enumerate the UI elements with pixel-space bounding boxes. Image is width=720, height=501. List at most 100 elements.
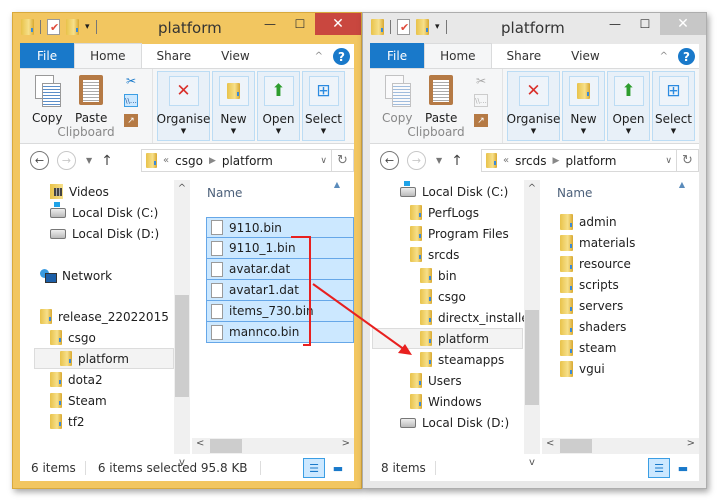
copy-path-icon[interactable]: \\… <box>124 94 138 107</box>
tree-item-steamapps[interactable]: steamapps <box>420 349 504 370</box>
cut-icon[interactable]: ✂ <box>124 74 138 88</box>
tab-file[interactable]: File <box>20 43 75 68</box>
horizontal-scrollbar[interactable]: < > <box>192 438 354 454</box>
scrollbar-thumb[interactable] <box>210 439 242 453</box>
forward-button[interactable]: → <box>57 151 76 170</box>
close-button[interactable]: ✕ <box>315 13 361 35</box>
scroll-left-icon[interactable]: < <box>196 438 204 449</box>
properties-icon[interactable] <box>47 19 60 35</box>
tree-item-windows[interactable]: Windows <box>410 391 482 412</box>
tree-item-local-disk-d[interactable]: Local Disk (D:) <box>50 223 159 244</box>
cut-icon[interactable]: ✂ <box>474 74 488 88</box>
file-row[interactable]: avatar1.dat <box>206 280 354 301</box>
folder-row[interactable]: vgui <box>560 358 605 379</box>
details-view-icon[interactable]: ☰ <box>303 458 325 478</box>
file-row[interactable]: items_730.bin <box>206 301 354 322</box>
tab-file[interactable]: File <box>370 43 425 68</box>
tree-item-local-disk-c[interactable]: Local Disk (C:) <box>400 179 508 202</box>
back-button[interactable]: ← <box>380 151 399 170</box>
large-icons-view-icon[interactable]: ▬ <box>672 458 694 478</box>
breadcrumb-overflow[interactable]: « <box>163 155 169 166</box>
breadcrumb-separator-icon[interactable]: ▶ <box>553 156 560 166</box>
folder-row[interactable]: scripts <box>560 274 619 295</box>
maximize-button[interactable]: ☐ <box>630 13 660 35</box>
customize-toolbar-icon[interactable]: ▾ <box>435 22 440 32</box>
breadcrumb-platform[interactable]: platform <box>565 154 616 168</box>
tab-view[interactable]: View <box>206 43 264 68</box>
tree-item-dota2[interactable]: dota2 <box>50 369 103 390</box>
tree-item-csgo[interactable]: csgo <box>50 327 96 348</box>
folder-row[interactable]: admin <box>560 211 617 232</box>
folder-row[interactable]: servers <box>560 295 623 316</box>
properties-icon[interactable] <box>397 19 410 35</box>
tree-item-program-files[interactable]: Program Files <box>410 223 509 244</box>
address-dropdown-icon[interactable]: ∨ <box>320 156 327 166</box>
scroll-up-icon[interactable]: ^ <box>524 183 540 194</box>
column-header-name[interactable]: Name <box>557 186 592 200</box>
breadcrumb-csgo[interactable]: csgo <box>175 154 203 168</box>
file-row[interactable]: mannco.bin <box>206 322 354 343</box>
title-bar[interactable]: ▾ platform — ☐ ✕ <box>363 13 706 44</box>
tree-item-release[interactable]: release_22022015 <box>40 306 169 327</box>
tree-item-directx-installer[interactable]: directx_installer <box>420 307 534 328</box>
scroll-up-icon[interactable]: ^ <box>174 183 190 194</box>
organise-button[interactable]: ✕ Organise ▼ <box>507 71 560 141</box>
scrollbar-thumb[interactable] <box>175 295 189 397</box>
address-bar[interactable]: « srcds ▶ platform ∨ ↻ <box>481 149 699 172</box>
breadcrumb-srcds[interactable]: srcds <box>515 154 546 168</box>
scrollbar-thumb[interactable] <box>560 439 592 453</box>
new-folder-icon[interactable] <box>66 19 79 35</box>
recent-locations-icon[interactable]: ▼ <box>436 156 442 165</box>
tree-item-videos[interactable]: Videos <box>50 181 109 202</box>
new-button[interactable]: New ▼ <box>562 71 605 141</box>
copy-button[interactable]: Copy <box>382 75 412 125</box>
address-bar[interactable]: « csgo ▶ platform ∨ ↻ <box>141 149 354 172</box>
help-icon[interactable]: ? <box>678 48 695 65</box>
open-button[interactable]: ⬆ Open ▼ <box>607 71 650 141</box>
up-button[interactable]: ↑ <box>451 153 463 169</box>
breadcrumb-overflow[interactable]: « <box>503 155 509 166</box>
new-button[interactable]: New ▼ <box>212 71 255 141</box>
recent-locations-icon[interactable]: ▼ <box>86 156 92 165</box>
close-button[interactable]: ✕ <box>660 13 706 35</box>
scroll-right-icon[interactable]: > <box>342 438 350 449</box>
details-view-icon[interactable]: ☰ <box>648 458 670 478</box>
tab-home[interactable]: Home <box>74 43 142 68</box>
large-icons-view-icon[interactable]: ▬ <box>327 458 349 478</box>
organise-button[interactable]: ✕ Organise ▼ <box>157 71 210 141</box>
maximize-button[interactable]: ☐ <box>285 13 315 35</box>
paste-button[interactable]: Paste <box>75 75 107 125</box>
refresh-button[interactable]: ↻ <box>331 150 353 171</box>
horizontal-scrollbar[interactable]: < > <box>542 438 699 454</box>
tree-item-platform[interactable]: platform <box>372 328 523 349</box>
folder-row[interactable]: materials <box>560 232 635 253</box>
help-icon[interactable]: ? <box>333 48 350 65</box>
file-row[interactable]: 9110.bin <box>206 217 354 238</box>
tree-item-csgo[interactable]: csgo <box>420 286 466 307</box>
tree-item-users[interactable]: Users <box>410 370 462 391</box>
tab-home[interactable]: Home <box>424 43 492 68</box>
open-button[interactable]: ⬆ Open ▼ <box>257 71 300 141</box>
minimize-ribbon-icon[interactable]: ^ <box>660 51 668 62</box>
minimize-button[interactable]: — <box>600 13 630 35</box>
scrollbar-thumb[interactable] <box>525 310 539 405</box>
paste-button[interactable]: Paste <box>425 75 457 125</box>
file-row[interactable]: avatar.dat <box>206 259 354 280</box>
tree-item-tf2[interactable]: tf2 <box>50 411 85 432</box>
tree-item-bin[interactable]: bin <box>420 265 457 286</box>
breadcrumb-separator-icon[interactable]: ▶ <box>209 156 216 166</box>
tab-share[interactable]: Share <box>142 43 207 68</box>
tree-item-steam[interactable]: Steam <box>50 390 107 411</box>
tree-item-network[interactable]: Network <box>40 265 112 286</box>
back-button[interactable]: ← <box>30 151 49 170</box>
folder-row[interactable]: steam <box>560 337 616 358</box>
tree-item-platform[interactable]: platform <box>34 348 174 369</box>
title-bar[interactable]: ▾ platform — ☐ ✕ <box>13 13 361 44</box>
tree-scrollbar[interactable]: ^ v <box>524 180 540 468</box>
column-header-name[interactable]: Name <box>207 186 242 200</box>
tree-item-local-disk-d[interactable]: Local Disk (D:) <box>400 412 509 433</box>
forward-button[interactable]: → <box>407 151 426 170</box>
minimize-button[interactable]: — <box>255 13 285 35</box>
breadcrumb-platform[interactable]: platform <box>222 154 273 168</box>
refresh-button[interactable]: ↻ <box>676 150 698 171</box>
